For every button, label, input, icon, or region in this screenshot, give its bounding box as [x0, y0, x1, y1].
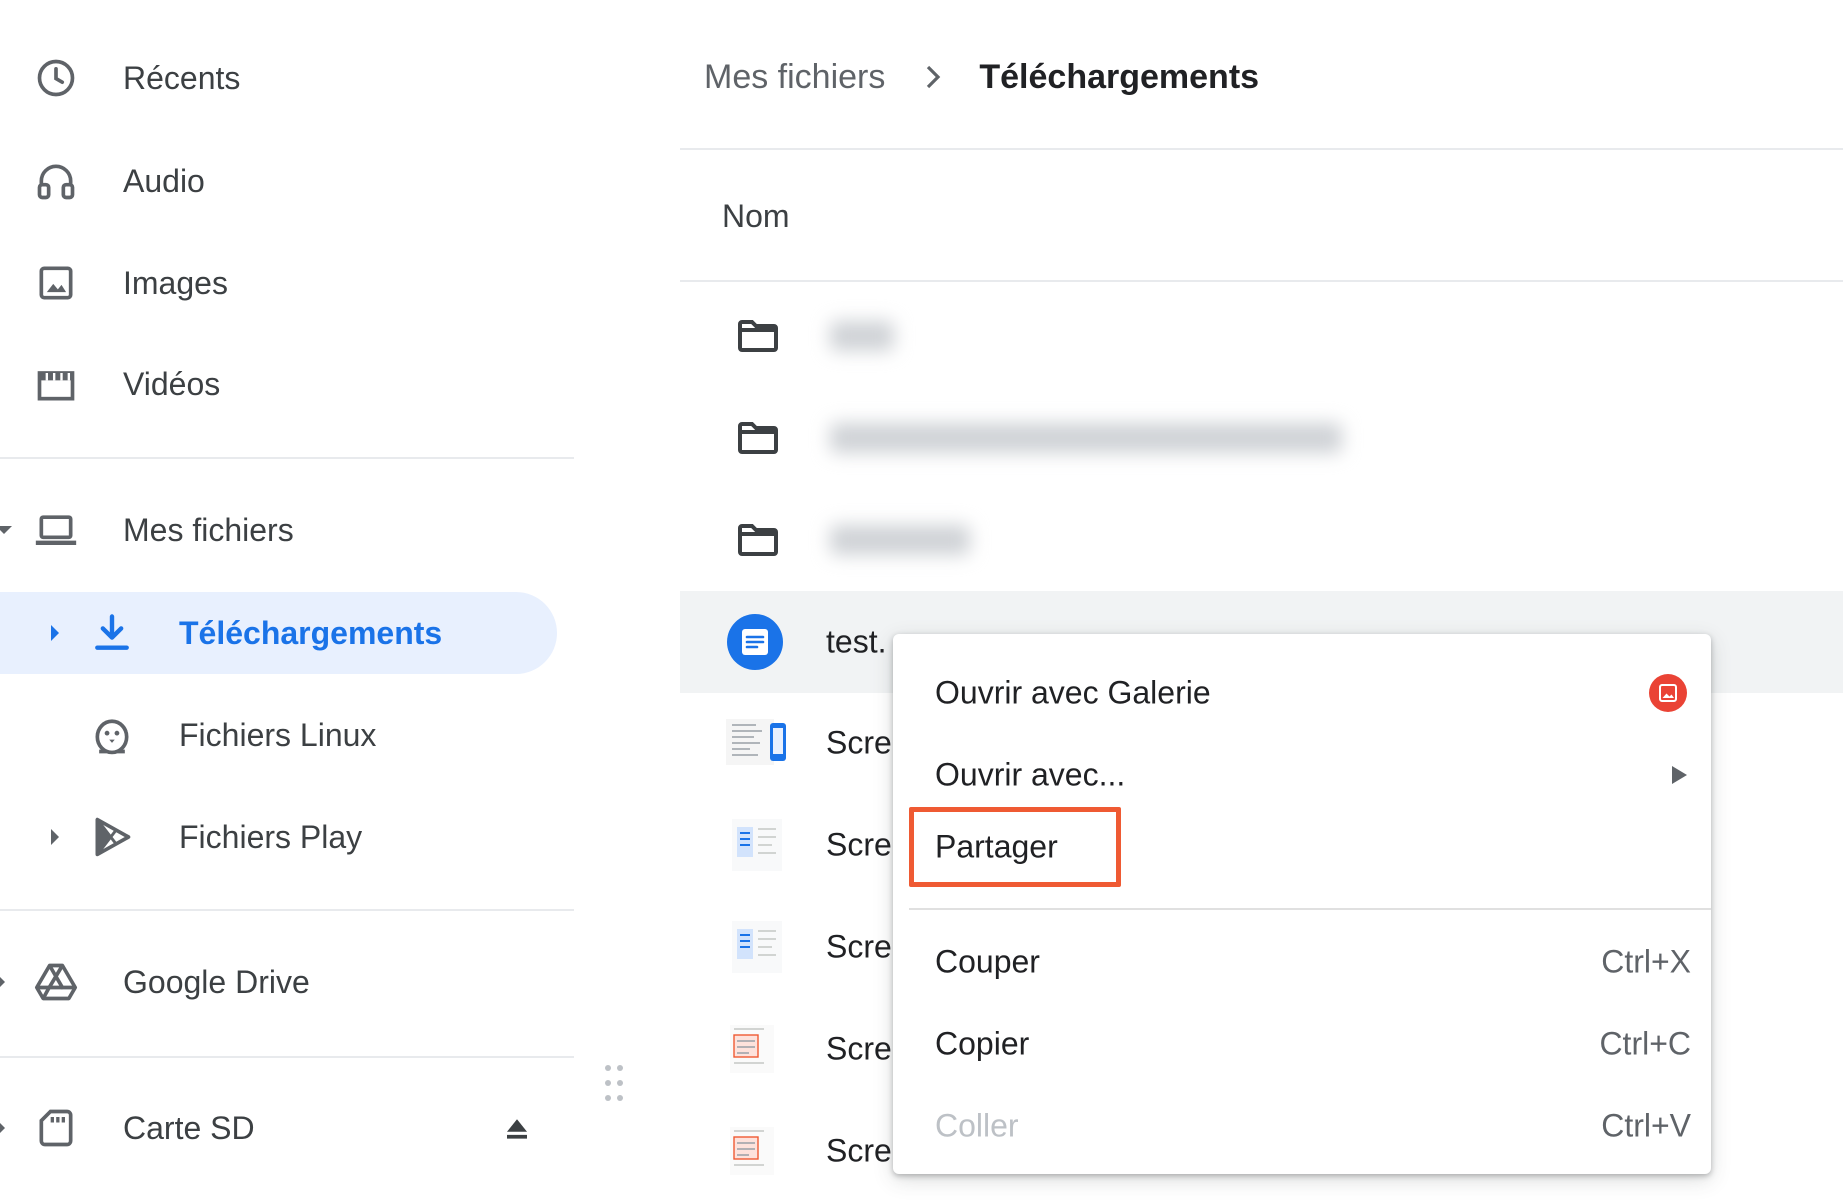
laptop-icon: [34, 508, 78, 552]
play-store-icon: [90, 815, 134, 859]
sidebar-item-label: Audio: [123, 162, 205, 199]
screenshot-thumbnail: [724, 713, 790, 773]
sidebar-item-fichiers-linux[interactable]: Fichiers Linux: [0, 694, 574, 776]
breadcrumb-item-mes-fichiers[interactable]: Mes fichiers: [704, 58, 885, 97]
menu-item-label: Coller: [935, 1107, 1019, 1144]
clock-icon: [34, 56, 78, 100]
text-file-icon: [726, 613, 784, 671]
file-name: Scre: [826, 1132, 892, 1169]
sidebar-item-carte-sd[interactable]: Carte SD: [0, 1087, 574, 1169]
download-icon: [90, 611, 134, 655]
folder-icon: [734, 312, 782, 360]
sidebar-item-recents[interactable]: Récents: [0, 37, 574, 119]
menu-divider: [909, 908, 1711, 910]
sidebar-divider: [0, 1056, 574, 1058]
sidebar-item-telechargements[interactable]: Téléchargements: [0, 592, 574, 674]
blurred-file-name: [830, 525, 970, 555]
menu-item-label: Ouvrir avec Galerie: [935, 674, 1211, 711]
sidebar-item-google-drive[interactable]: Google Drive: [0, 941, 574, 1023]
header-divider: [680, 280, 1843, 282]
file-row[interactable]: [680, 387, 1843, 489]
shortcut-label: Ctrl+V: [1601, 1107, 1691, 1144]
file-row[interactable]: [680, 489, 1843, 591]
menu-item-copy[interactable]: Copier Ctrl+C: [893, 1003, 1711, 1085]
menu-item-label: Copier: [935, 1025, 1030, 1062]
sidebar-item-label: Google Drive: [123, 963, 310, 1000]
file-name: Scre: [826, 928, 892, 965]
headphones-icon: [34, 159, 78, 203]
sidebar-item-label: Vidéos: [123, 365, 221, 402]
menu-item-paste: Coller Ctrl+V: [893, 1085, 1711, 1167]
blurred-file-name: [830, 423, 1342, 453]
drag-handle-icon[interactable]: [603, 1063, 625, 1103]
expand-arrow-icon[interactable]: [0, 1118, 8, 1138]
menu-item-cut[interactable]: Couper Ctrl+X: [893, 921, 1711, 1003]
chevron-right-icon: [923, 63, 943, 91]
screenshot-thumbnail: [724, 815, 790, 875]
folder-icon: [734, 516, 782, 564]
file-name: Scre: [826, 826, 892, 863]
submenu-arrow-icon: [1669, 764, 1689, 786]
shortcut-label: Ctrl+C: [1599, 1025, 1691, 1062]
video-icon: [34, 362, 78, 406]
expand-arrow-icon[interactable]: [48, 827, 62, 847]
expand-arrow-icon[interactable]: [48, 623, 62, 643]
sidebar-item-mes-fichiers[interactable]: Mes fichiers: [0, 489, 574, 571]
breadcrumb: Mes fichiers Téléchargements: [704, 50, 1259, 104]
menu-item-label: Couper: [935, 943, 1040, 980]
image-icon: [34, 261, 78, 305]
column-header-name[interactable]: Nom: [722, 198, 790, 235]
menu-item-open-with[interactable]: Ouvrir avec...: [893, 734, 1711, 816]
sd-card-icon: [34, 1106, 78, 1150]
file-name: Scre: [826, 724, 892, 761]
sidebar-item-fichiers-play[interactable]: Fichiers Play: [0, 796, 574, 878]
screenshot-thumbnail: [724, 1019, 790, 1079]
shortcut-label: Ctrl+X: [1601, 943, 1691, 980]
breadcrumb-item-telechargements[interactable]: Téléchargements: [979, 58, 1259, 97]
screenshot-thumbnail: [724, 1121, 790, 1181]
expand-arrow-icon[interactable]: [0, 523, 14, 537]
sidebar-item-audio[interactable]: Audio: [0, 140, 574, 222]
annotation-highlight-box: [909, 807, 1121, 887]
linux-penguin-icon: [90, 713, 134, 757]
sidebar-item-videos[interactable]: Vidéos: [0, 343, 574, 425]
sidebar-item-label: Fichiers Linux: [179, 716, 377, 753]
file-row[interactable]: [680, 285, 1843, 387]
sidebar-item-label: Images: [123, 264, 228, 301]
sidebar-item-label: Récents: [123, 59, 241, 96]
sidebar-divider: [0, 457, 574, 459]
eject-icon[interactable]: [502, 1113, 532, 1143]
folder-icon: [734, 414, 782, 462]
sidebar-item-label: Téléchargements: [179, 614, 443, 651]
sidebar-divider: [0, 909, 574, 911]
screenshot-thumbnail: [724, 917, 790, 977]
sidebar-item-label: Fichiers Play: [179, 818, 363, 855]
sidebar: Récents Audio Images Vidéos Mes fichiers: [0, 0, 574, 1167]
menu-item-label: Ouvrir avec...: [935, 756, 1126, 793]
sidebar-item-label: Carte SD: [123, 1109, 255, 1146]
file-name: test.: [826, 623, 887, 660]
gallery-app-icon: [1649, 674, 1687, 712]
google-drive-icon: [34, 960, 78, 1004]
expand-arrow-icon[interactable]: [0, 972, 8, 992]
blurred-file-name: [830, 321, 894, 351]
file-name: Scre: [826, 1030, 892, 1067]
sidebar-item-images[interactable]: Images: [0, 242, 574, 324]
sidebar-item-label: Mes fichiers: [123, 511, 294, 548]
context-menu: Ouvrir avec Galerie Ouvrir avec... Parta…: [893, 634, 1711, 1174]
header-divider: [680, 148, 1843, 150]
menu-item-open-with-gallery[interactable]: Ouvrir avec Galerie: [893, 652, 1711, 734]
